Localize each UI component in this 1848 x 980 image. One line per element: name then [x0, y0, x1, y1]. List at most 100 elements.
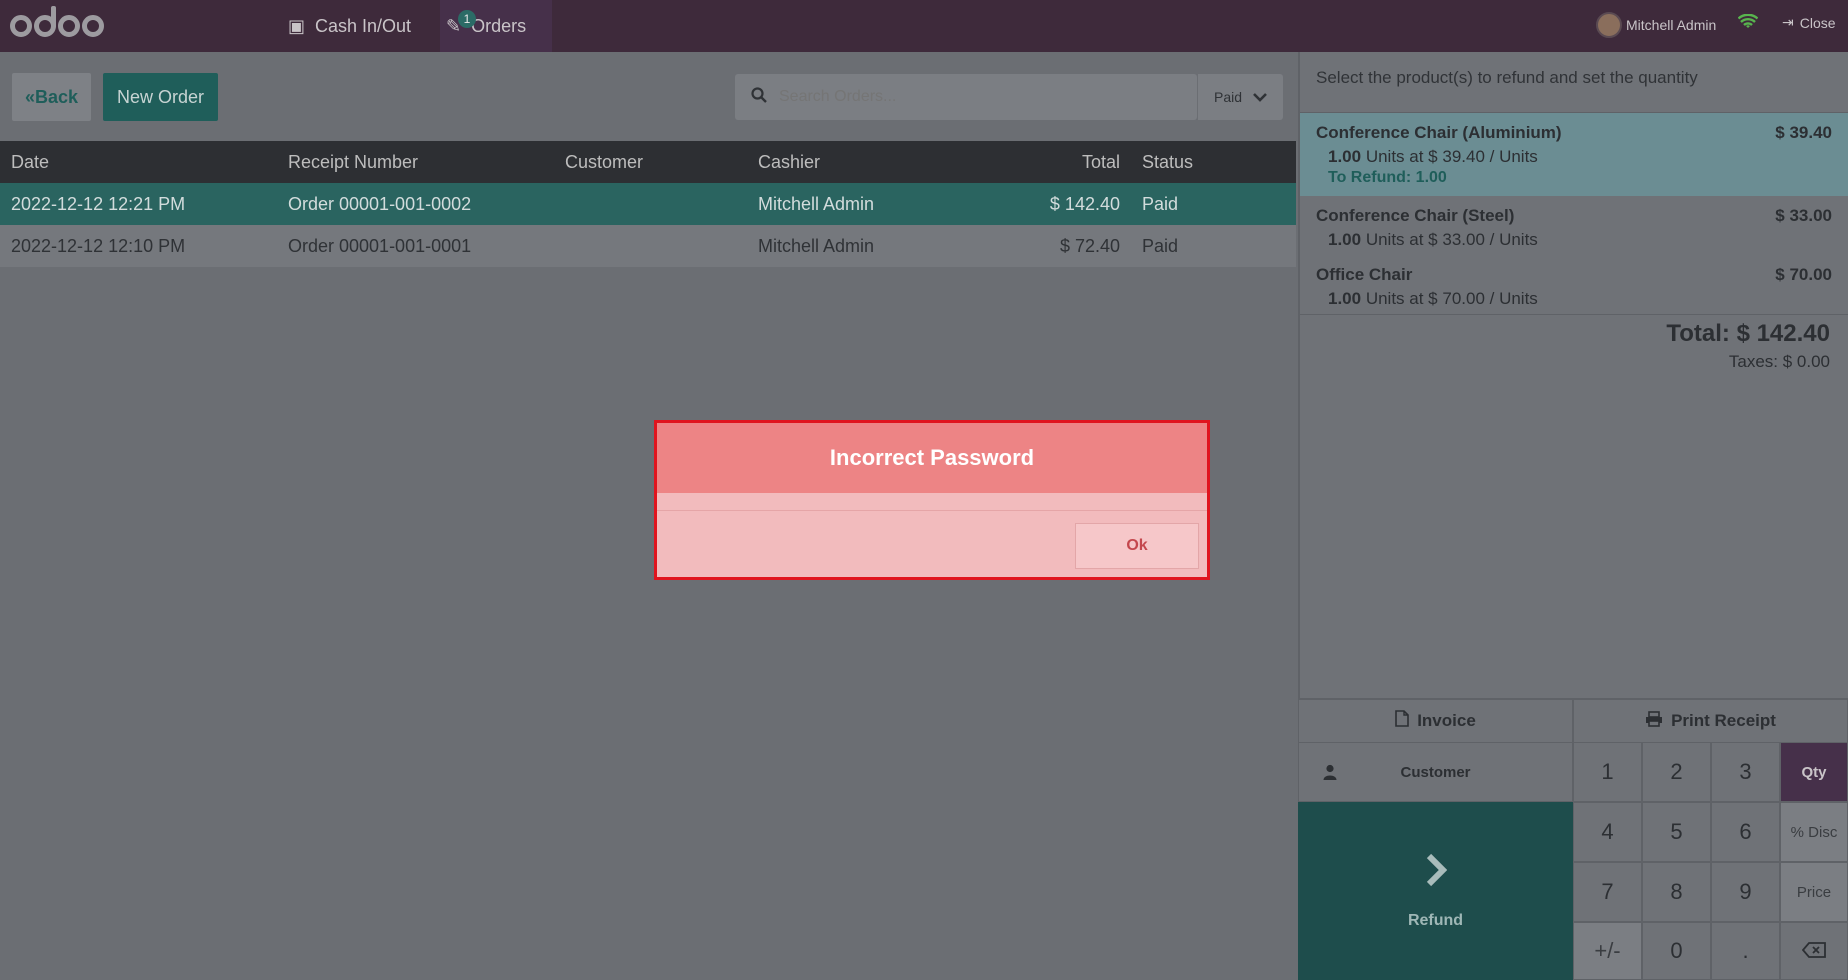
orders-label: Orders — [471, 15, 527, 36]
numpad-key-4[interactable]: 4 — [1573, 802, 1642, 862]
status-filter-dropdown[interactable]: Paid — [1197, 74, 1283, 120]
wifi-icon — [1737, 13, 1759, 35]
popup-title: Incorrect Password — [657, 423, 1207, 493]
chevron-down-icon — [1253, 89, 1267, 105]
orders-button[interactable]: ✎ 1 Orders — [440, 0, 552, 52]
print-receipt-label: Print Receipt — [1671, 711, 1776, 730]
discount-mode-button[interactable]: % Disc — [1780, 802, 1848, 862]
customer-label: Customer — [1400, 763, 1471, 781]
chevron-right-icon — [1425, 853, 1447, 894]
order-status: Paid — [1142, 194, 1179, 214]
file-pdf-icon — [1395, 710, 1410, 732]
error-popup: Incorrect Password Ok — [654, 420, 1210, 580]
invoice-label: Invoice — [1417, 711, 1476, 730]
numpad-key-9[interactable]: 9 — [1711, 862, 1780, 922]
backspace-button[interactable] — [1780, 922, 1848, 980]
order-date: 2022-12-12 12:10 PM — [11, 236, 186, 256]
header-total: Total — [1081, 152, 1120, 172]
numpad-plus-minus[interactable]: +/- — [1573, 922, 1642, 980]
numpad-key-6[interactable]: 6 — [1711, 802, 1780, 862]
orderline-price: $ 33.00 — [1775, 206, 1832, 225]
order-cashier: Mitchell Admin — [758, 194, 875, 214]
orderline-qty: 1.00 — [1328, 147, 1362, 166]
cash-in-out-button[interactable]: ▣ Cash In/Out — [288, 0, 411, 52]
popup-divider — [657, 510, 1207, 511]
back-label: Back — [34, 86, 79, 107]
control-pad: Invoice Print Receipt Customer Refund 1 … — [1298, 698, 1848, 980]
orderline-unit-detail: Units at $ 39.40 / Units — [1365, 147, 1538, 166]
numpad-key-2[interactable]: 2 — [1642, 742, 1711, 802]
refund-button[interactable]: Refund — [1298, 802, 1573, 980]
header-date: Date — [11, 152, 50, 172]
cash-icon: ▣ — [288, 15, 306, 36]
header-customer: Customer — [565, 152, 644, 172]
numpad-key-5[interactable]: 5 — [1642, 802, 1711, 862]
avatar — [1596, 12, 1622, 38]
cash-in-out-label: Cash In/Out — [315, 15, 412, 36]
order-cashier: Mitchell Admin — [758, 236, 875, 256]
orderline-to-refund: To Refund: 1.00 — [1328, 169, 1447, 186]
close-label: Close — [1799, 14, 1836, 31]
close-button[interactable]: ⇥ Close — [1782, 14, 1836, 31]
orderline-unit-detail: Units at $ 70.00 / Units — [1365, 289, 1538, 308]
new-order-button[interactable]: New Order — [103, 73, 218, 121]
order-total: $ 72.40 — [1059, 236, 1120, 256]
orderline-name: Office Chair — [1316, 265, 1413, 284]
numpad-key-8[interactable]: 8 — [1642, 862, 1711, 922]
order-receipt: Order 00001-001-0001 — [288, 236, 472, 256]
search-input[interactable] — [779, 88, 1197, 106]
numpad-key-3[interactable]: 3 — [1711, 742, 1780, 802]
numpad-key-0[interactable]: 0 — [1642, 922, 1711, 980]
orderline-price: $ 39.40 — [1775, 123, 1832, 142]
orders-badge: 1 — [458, 10, 476, 28]
back-button[interactable]: « Back — [12, 73, 91, 121]
search-box — [735, 74, 1197, 120]
orderline[interactable]: Conference Chair (Steel) $ 33.00 1.00 Un… — [1300, 196, 1848, 255]
numpad-decimal[interactable]: . — [1711, 922, 1780, 980]
orderline-price: $ 70.00 — [1775, 265, 1832, 284]
double-chevron-left-icon: « — [24, 86, 35, 107]
status-filter-value: Paid — [1214, 89, 1243, 105]
header-cashier: Cashier — [758, 152, 821, 172]
order-status: Paid — [1142, 236, 1179, 256]
header-receipt: Receipt Number — [288, 152, 419, 172]
qty-mode-button[interactable]: Qty — [1780, 742, 1848, 802]
invoice-button[interactable]: Invoice — [1298, 699, 1573, 743]
orderline-name: Conference Chair (Steel) — [1316, 206, 1515, 225]
refund-hint: Select the product(s) to refund and set … — [1316, 68, 1698, 87]
numpad-key-1[interactable]: 1 — [1573, 742, 1642, 802]
orderline-detail: 1.00 Units at $ 39.40 / Units — [1328, 147, 1538, 167]
table-row[interactable]: 2022-12-12 12:10 PM Order 00001-001-0001… — [0, 225, 1296, 267]
orderline-qty: 1.00 — [1328, 289, 1362, 308]
numpad-key-7[interactable]: 7 — [1573, 862, 1642, 922]
orderline-detail: 1.00 Units at $ 70.00 / Units — [1328, 289, 1538, 309]
sign-out-icon: ⇥ — [1782, 14, 1794, 30]
order-total: $ 142.40 — [1049, 194, 1120, 214]
order-controls: « Back New Order Paid — [0, 52, 1296, 141]
print-receipt-button[interactable]: Print Receipt — [1573, 699, 1848, 743]
order-total-amount: Total: $ 142.40 — [1666, 320, 1830, 347]
user-icon — [1323, 764, 1337, 785]
top-bar: ▣ Cash In/Out ✎ 1 Orders Mitchell Admin … — [0, 0, 1848, 52]
user-menu[interactable]: Mitchell Admin — [1596, 12, 1716, 38]
backspace-icon — [1801, 938, 1826, 964]
table-row[interactable]: 2022-12-12 12:21 PM Order 00001-001-0002… — [0, 183, 1296, 225]
order-date: 2022-12-12 12:21 PM — [11, 194, 186, 214]
orders-table-header: Date Receipt Number Customer Cashier Tot… — [0, 141, 1296, 183]
customer-button[interactable]: Customer — [1298, 742, 1573, 802]
ok-button[interactable]: Ok — [1075, 523, 1199, 569]
orderline-selected[interactable]: Conference Chair (Aluminium) $ 39.40 1.0… — [1300, 112, 1848, 196]
orderline[interactable]: Office Chair $ 70.00 1.00 Units at $ 70.… — [1300, 255, 1848, 315]
order-taxes: Taxes: $ 0.00 — [1728, 352, 1830, 371]
order-receipt: Order 00001-001-0002 — [288, 194, 472, 214]
printer-icon — [1645, 710, 1663, 732]
price-mode-button[interactable]: Price — [1780, 862, 1848, 922]
header-status: Status — [1142, 152, 1194, 172]
refund-label: Refund — [1407, 911, 1464, 929]
odoo-logo — [10, 6, 106, 40]
search-icon — [751, 86, 767, 108]
orderline-detail: 1.00 Units at $ 33.00 / Units — [1328, 230, 1538, 250]
orderline-name: Conference Chair (Aluminium) — [1316, 123, 1562, 142]
orderline-qty: 1.00 — [1328, 230, 1362, 249]
orderline-unit-detail: Units at $ 33.00 / Units — [1365, 230, 1538, 249]
